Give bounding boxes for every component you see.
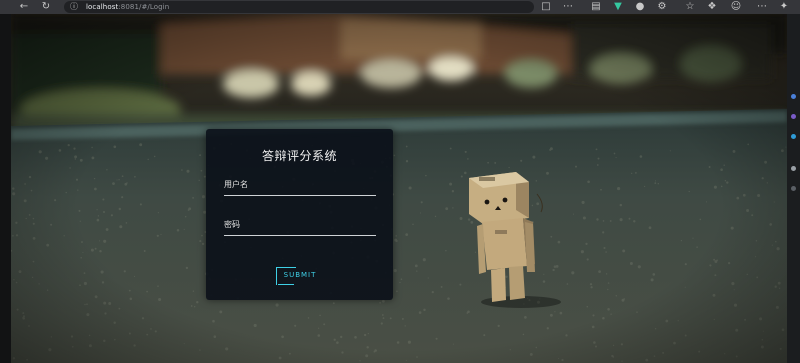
sidebar-add-icon[interactable] — [791, 166, 796, 171]
username-field[interactable]: 用户名 — [224, 177, 376, 196]
url-path: :8081/#/Login — [118, 3, 170, 11]
submit-border-top — [276, 267, 296, 268]
sidebar-search-icon[interactable] — [791, 94, 796, 99]
reload-icon[interactable]: ↻ — [40, 1, 52, 13]
favorite-icon[interactable]: ▼ — [612, 1, 624, 13]
login-card: 答辩评分系统 用户名 密码 SUBMIT — [206, 129, 393, 300]
background-photo — [11, 14, 787, 363]
settings-icon[interactable]: ⚙ — [656, 1, 668, 13]
url-host: localhost — [86, 3, 119, 11]
submit-button[interactable]: SUBMIT — [276, 267, 324, 287]
back-icon[interactable]: ← — [18, 1, 30, 13]
browser-toolbar: ← ↻ ⓘ localhost:8081/#/Login □ ⋯ ▤ ▼ ● ⚙… — [0, 0, 800, 14]
submit-label: SUBMIT — [283, 271, 317, 279]
profile-icon[interactable]: ☺ — [730, 1, 742, 13]
submit-border-bottom — [278, 284, 294, 285]
password-field[interactable]: 密码 — [224, 217, 376, 236]
sidebar-settings-icon[interactable] — [791, 186, 796, 191]
url-text: localhost:8081/#/Login — [86, 3, 169, 11]
password-label: 密码 — [224, 220, 240, 229]
browser-sidebar — [787, 14, 800, 363]
page-viewport: 答辩评分系统 用户名 密码 SUBMIT — [11, 14, 787, 363]
collections-icon[interactable]: ❖ — [706, 1, 718, 13]
browser-window: ← ↻ ⓘ localhost:8081/#/Login □ ⋯ ▤ ▼ ● ⚙… — [0, 0, 800, 363]
reader-icon[interactable]: ▤ — [590, 1, 602, 13]
site-info-icon[interactable]: ⓘ — [68, 1, 80, 13]
left-edge — [0, 14, 11, 363]
sidebar-shopping-icon[interactable] — [791, 114, 796, 119]
history-icon[interactable]: ● — [634, 1, 646, 13]
address-bar[interactable]: ⓘ localhost:8081/#/Login — [64, 1, 534, 13]
extension-icon[interactable]: □ — [540, 1, 552, 13]
login-title: 答辩评分系统 — [261, 149, 337, 163]
share-icon[interactable]: ⋯ — [562, 1, 574, 13]
copilot-icon[interactable]: ✦ — [778, 1, 790, 13]
more-icon[interactable]: ⋯ — [756, 1, 768, 13]
username-label: 用户名 — [224, 180, 248, 189]
star-icon[interactable]: ☆ — [684, 1, 696, 13]
sidebar-tools-icon[interactable] — [791, 134, 796, 139]
